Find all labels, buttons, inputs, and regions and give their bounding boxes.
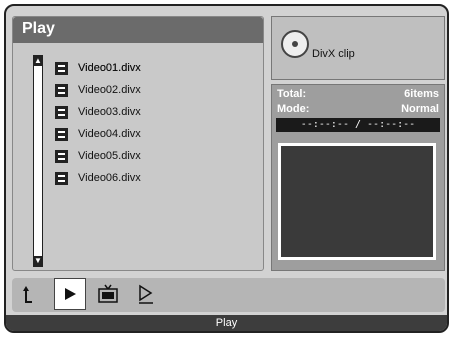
file-label: Video01.divx <box>78 62 141 74</box>
film-icon <box>55 171 68 185</box>
mode-value: Normal <box>401 103 439 115</box>
file-label: Video04.divx <box>78 128 141 140</box>
eject-icon <box>139 284 153 304</box>
film-icon <box>55 83 68 97</box>
mode-label: Mode: <box>277 103 310 115</box>
scrollbar[interactable]: ▲ ▼ <box>33 55 43 267</box>
film-icon <box>55 61 68 75</box>
total-value: 6items <box>404 88 439 100</box>
return-icon <box>23 286 32 303</box>
mode-row: Mode: Normal <box>277 103 439 115</box>
clip-type-box: DivX clip <box>271 16 445 80</box>
return-button[interactable] <box>16 278 48 310</box>
panel-header: Play <box>13 17 263 43</box>
file-item-video02[interactable]: Video02.divx <box>55 79 141 101</box>
clip-type-label: DivX clip <box>312 48 355 60</box>
time-display: --:--:-- / --:--:-- <box>276 118 440 132</box>
file-item-video04[interactable]: Video04.divx <box>55 123 141 145</box>
film-icon <box>55 105 68 119</box>
total-row: Total: 6items <box>277 88 439 100</box>
play-button[interactable] <box>54 278 86 310</box>
status-bar: Play <box>6 315 447 331</box>
file-list: Video01.divx Video02.divx Video03.divx V… <box>55 57 141 189</box>
file-label: Video03.divx <box>78 106 141 118</box>
film-icon <box>55 149 68 163</box>
video-preview <box>278 143 436 260</box>
total-label: Total: <box>277 88 307 100</box>
toolbar <box>12 278 445 312</box>
file-label: Video05.divx <box>78 150 141 162</box>
scroll-up-arrow-icon[interactable]: ▲ <box>34 56 42 66</box>
tv-button[interactable] <box>92 278 124 310</box>
file-item-video06[interactable]: Video06.divx <box>55 167 141 189</box>
eject-button[interactable] <box>130 278 162 310</box>
film-icon <box>55 127 68 141</box>
file-item-video03[interactable]: Video03.divx <box>55 101 141 123</box>
scroll-down-arrow-icon[interactable]: ▼ <box>34 256 42 266</box>
panel-title: Play <box>22 20 55 37</box>
player-window: Play ▲ ▼ Video01.divx Video02.divx Video… <box>4 4 449 333</box>
info-panel: Total: 6items Mode: Normal --:--:-- / --… <box>271 84 445 271</box>
file-item-video05[interactable]: Video05.divx <box>55 145 141 167</box>
tv-icon <box>98 284 118 303</box>
file-item-video01[interactable]: Video01.divx <box>55 57 141 79</box>
disc-icon <box>281 30 309 58</box>
file-label: Video02.divx <box>78 84 141 96</box>
file-label: Video06.divx <box>78 172 141 184</box>
play-icon <box>65 288 76 300</box>
file-list-panel: Play ▲ ▼ Video01.divx Video02.divx Video… <box>12 16 264 271</box>
